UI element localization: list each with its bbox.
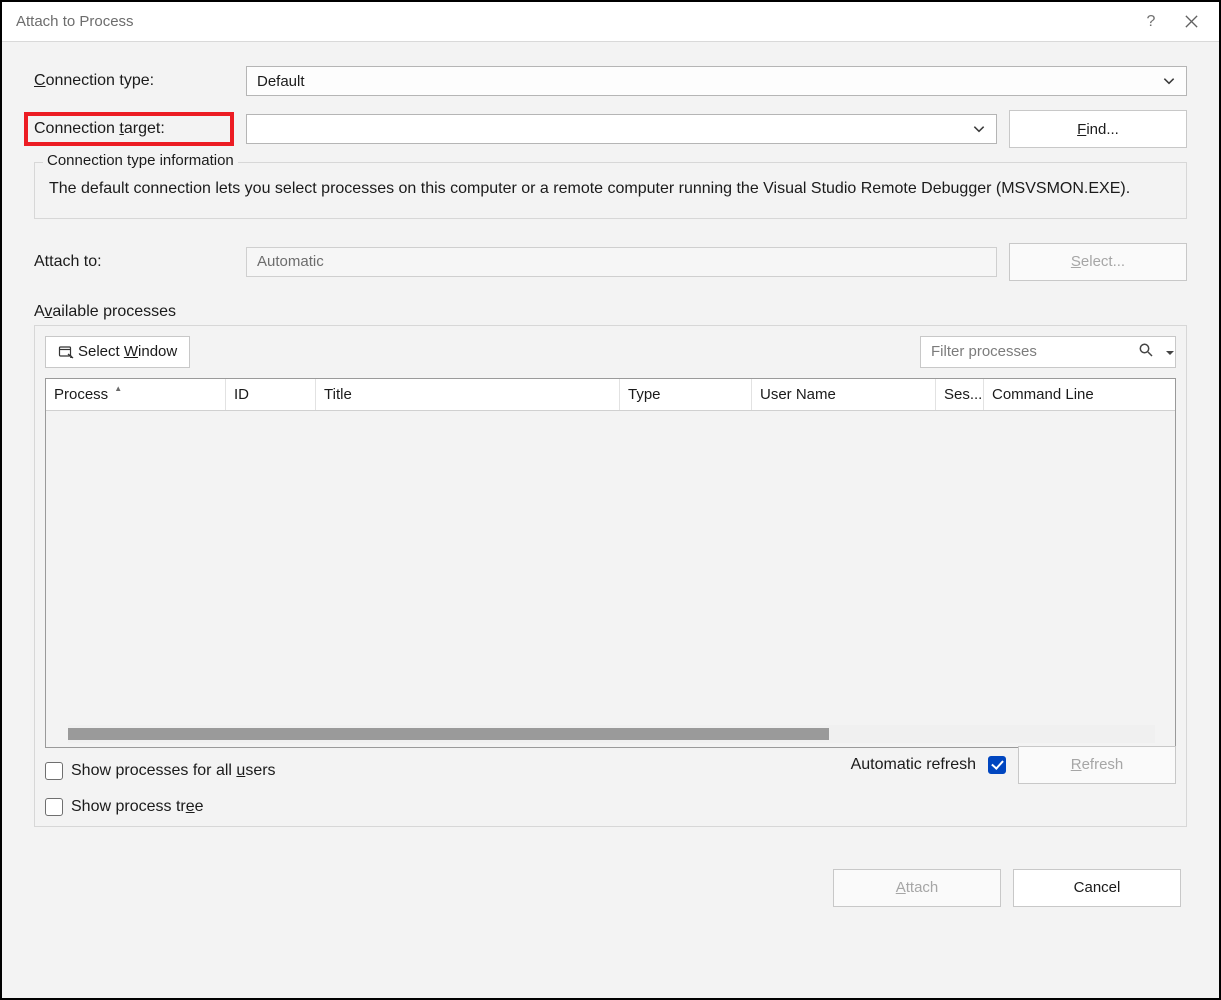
select-button[interactable]: Select... xyxy=(1009,243,1187,281)
process-toolbar: Select Window xyxy=(45,336,1176,368)
connection-type-row: Connection type: Default xyxy=(34,66,1187,96)
find-button[interactable]: Find... xyxy=(1009,110,1187,148)
sort-asc-icon: ▲ xyxy=(114,384,122,393)
close-button[interactable] xyxy=(1171,2,1211,42)
col-id[interactable]: ID xyxy=(226,379,316,410)
scrollbar-thumb[interactable] xyxy=(68,728,829,740)
show-process-tree-checkbox[interactable] xyxy=(45,798,63,816)
automatic-refresh-checkbox[interactable] xyxy=(988,756,1006,774)
automatic-refresh-label: Automatic refresh xyxy=(851,756,976,774)
select-window-button[interactable]: Select Window xyxy=(45,336,190,368)
dialog-footer: Attach Cancel xyxy=(34,869,1187,907)
show-all-users-checkbox[interactable] xyxy=(45,762,63,780)
attach-to-value: Automatic xyxy=(246,247,997,277)
show-all-users-label: Show processes for all users xyxy=(71,762,276,780)
connection-target-row: Connection target: Find... xyxy=(34,110,1187,148)
col-user-name[interactable]: User Name xyxy=(752,379,936,410)
col-process[interactable]: Process ▲ xyxy=(46,379,226,410)
chevron-down-icon xyxy=(1162,74,1176,88)
filter-processes[interactable] xyxy=(920,336,1176,368)
connection-target-combo[interactable] xyxy=(246,114,997,144)
available-processes-section: Available processes Select Window xyxy=(34,303,1187,827)
horizontal-scrollbar[interactable] xyxy=(68,725,1155,743)
filter-dropdown-icon[interactable] xyxy=(1166,344,1174,360)
chevron-down-icon xyxy=(972,122,986,136)
filter-input[interactable] xyxy=(929,342,1132,361)
titlebar: Attach to Process ? xyxy=(2,2,1219,42)
process-table-header: Process ▲ ID Title Type User Name Ses...… xyxy=(46,379,1175,411)
available-processes-legend: Available processes xyxy=(34,303,1187,321)
attach-button[interactable]: Attach xyxy=(833,869,1001,907)
select-window-icon xyxy=(58,344,74,360)
col-session[interactable]: Ses... xyxy=(936,379,984,410)
window-title: Attach to Process xyxy=(16,13,1131,30)
refresh-button[interactable]: Refresh xyxy=(1018,746,1176,784)
search-icon[interactable] xyxy=(1138,342,1154,361)
process-table-body xyxy=(46,411,1175,725)
connection-type-info-text: The default connection lets you select p… xyxy=(49,177,1172,202)
col-type[interactable]: Type xyxy=(620,379,752,410)
col-title[interactable]: Title xyxy=(316,379,620,410)
available-processes-box: Select Window Proc xyxy=(34,325,1187,827)
connection-type-info-group: Connection type information The default … xyxy=(34,162,1187,219)
col-command-line[interactable]: Command Line xyxy=(984,379,1175,410)
connection-type-label: Connection type: xyxy=(34,72,234,90)
connection-type-value: Default xyxy=(257,73,1162,90)
process-table[interactable]: Process ▲ ID Title Type User Name Ses...… xyxy=(45,378,1176,748)
close-icon xyxy=(1184,14,1199,29)
attach-to-row: Attach to: Automatic Select... xyxy=(34,243,1187,281)
show-process-tree-row: Show process tree xyxy=(45,798,1176,816)
show-process-tree-label: Show process tree xyxy=(71,798,204,816)
connection-target-label: Connection target: xyxy=(24,112,234,146)
attach-to-label: Attach to: xyxy=(34,253,234,271)
connection-type-combo[interactable]: Default xyxy=(246,66,1187,96)
connection-type-info-legend: Connection type information xyxy=(43,152,238,169)
help-button[interactable]: ? xyxy=(1131,2,1171,42)
cancel-button[interactable]: Cancel xyxy=(1013,869,1181,907)
